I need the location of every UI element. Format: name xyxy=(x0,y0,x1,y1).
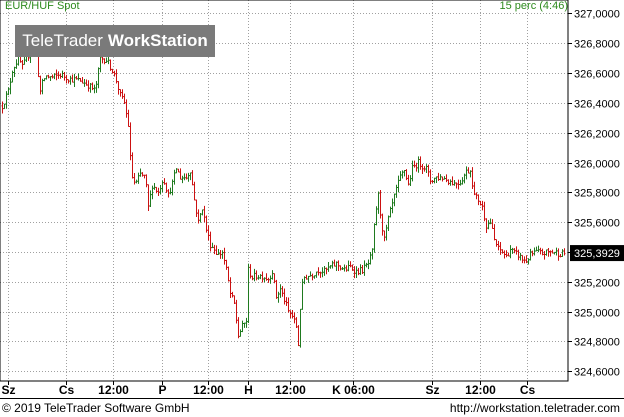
y-tick-label: 326,0000 xyxy=(574,159,620,171)
y-tick-label: 326,6000 xyxy=(574,69,620,81)
watermark-product: WorkStation xyxy=(107,31,208,50)
interval-label: 15 perc (4:46) xyxy=(499,0,568,12)
watermark: TeleTrader WorkStation xyxy=(15,25,215,57)
last-price-label: 325,3929 xyxy=(574,248,620,260)
y-tick-label: 326,4000 xyxy=(574,99,620,111)
last-price-tag-group: 325,3929 xyxy=(570,245,624,262)
x-tick-label: Cs xyxy=(59,383,75,397)
y-tick-label: 325,8000 xyxy=(574,188,620,200)
y-tick-label: 325,2000 xyxy=(574,278,620,290)
price-chart: 327,0000 326,8000 326,6000 326,4000 326,2000… xyxy=(0,0,624,417)
y-tick-label: 324,6000 xyxy=(574,367,620,379)
copyright-text: © 2019 TeleTrader Software GmbH xyxy=(2,401,190,415)
x-tick-label: K 06:00 xyxy=(332,383,375,397)
x-tick-label: 12:00 xyxy=(98,383,129,397)
chart-svg: 327,0000 326,8000 326,6000 326,4000 326,2000… xyxy=(0,0,624,417)
source-url: http://workstation.teletrader.com xyxy=(449,401,620,415)
y-tick-label: 326,2000 xyxy=(574,129,620,141)
x-tick-label: 12:00 xyxy=(275,383,306,397)
y-tick-label: 324,8000 xyxy=(574,337,620,349)
x-tick-label: Cs xyxy=(520,383,536,397)
y-tick-label: 325,6000 xyxy=(574,218,620,230)
x-tick-label: P xyxy=(158,383,166,397)
y-tick-label: 326,8000 xyxy=(574,39,620,51)
x-tick-label: 12:00 xyxy=(465,383,496,397)
x-tick-label: Sz xyxy=(1,383,15,397)
y-tick-label: 327,0000 xyxy=(574,9,620,21)
series-name: EUR/HUF Spot xyxy=(5,0,80,12)
watermark-brand: TeleTrader xyxy=(22,31,103,50)
x-tick-label: 12:00 xyxy=(193,383,224,397)
x-tick-label: H xyxy=(244,383,253,397)
x-tick-label: Sz xyxy=(425,383,439,397)
y-tick-label: 325,0000 xyxy=(574,308,620,320)
